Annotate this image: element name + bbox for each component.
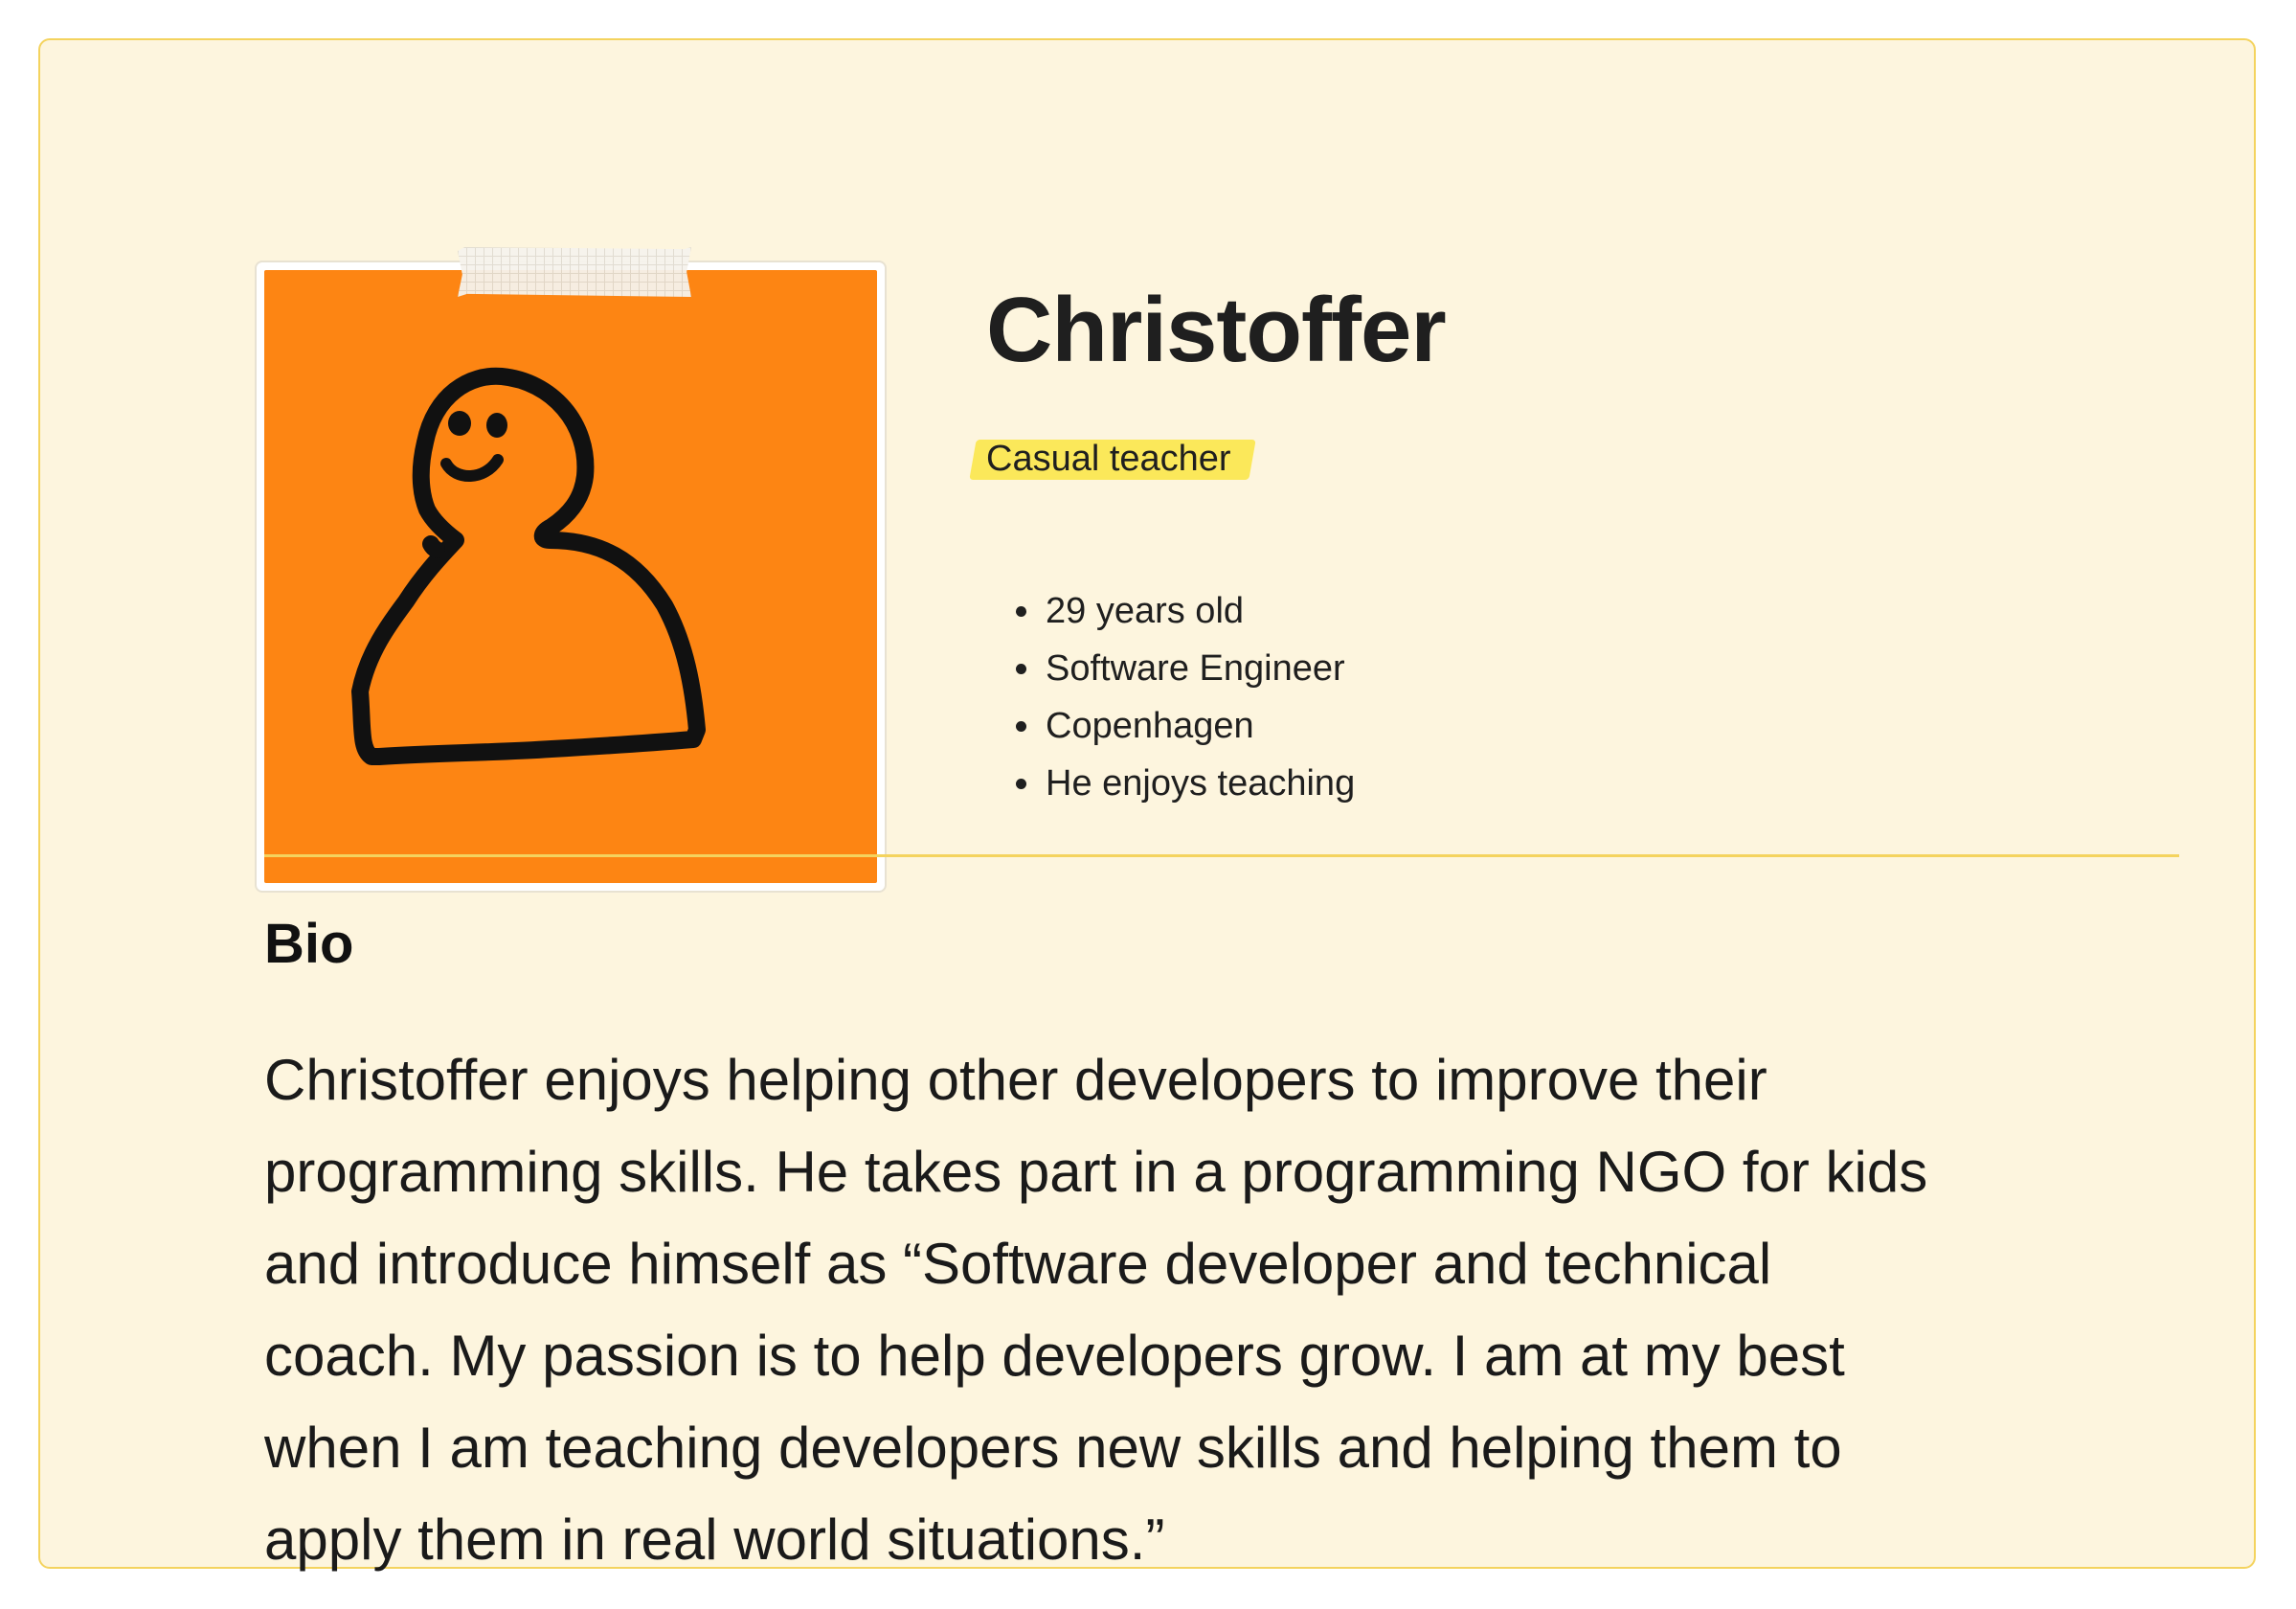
role-label: Casual teacher	[986, 439, 1231, 479]
bio-heading: Bio	[264, 913, 354, 975]
profile-name: Christoffer	[986, 279, 1447, 381]
avatar-frame	[255, 247, 887, 893]
section-divider	[264, 854, 2179, 857]
person-doodle-icon	[351, 367, 706, 765]
fact-item: Software Engineer	[1044, 640, 1355, 697]
fact-item: Copenhagen	[1044, 697, 1355, 755]
bio-text: Christoffer enjoys helping other develop…	[264, 1048, 1928, 1572]
facts-list: 29 years old Software Engineer Copenhage…	[998, 582, 1355, 812]
fact-item: 29 years old	[1044, 582, 1355, 640]
fact-item: He enjoys teaching	[1044, 755, 1355, 812]
profile-card: Christoffer Casual teacher 29 years old …	[38, 38, 2256, 1572]
role-badge: Casual teacher	[969, 438, 1256, 480]
avatar	[264, 270, 877, 883]
tape-decoration	[458, 247, 691, 297]
